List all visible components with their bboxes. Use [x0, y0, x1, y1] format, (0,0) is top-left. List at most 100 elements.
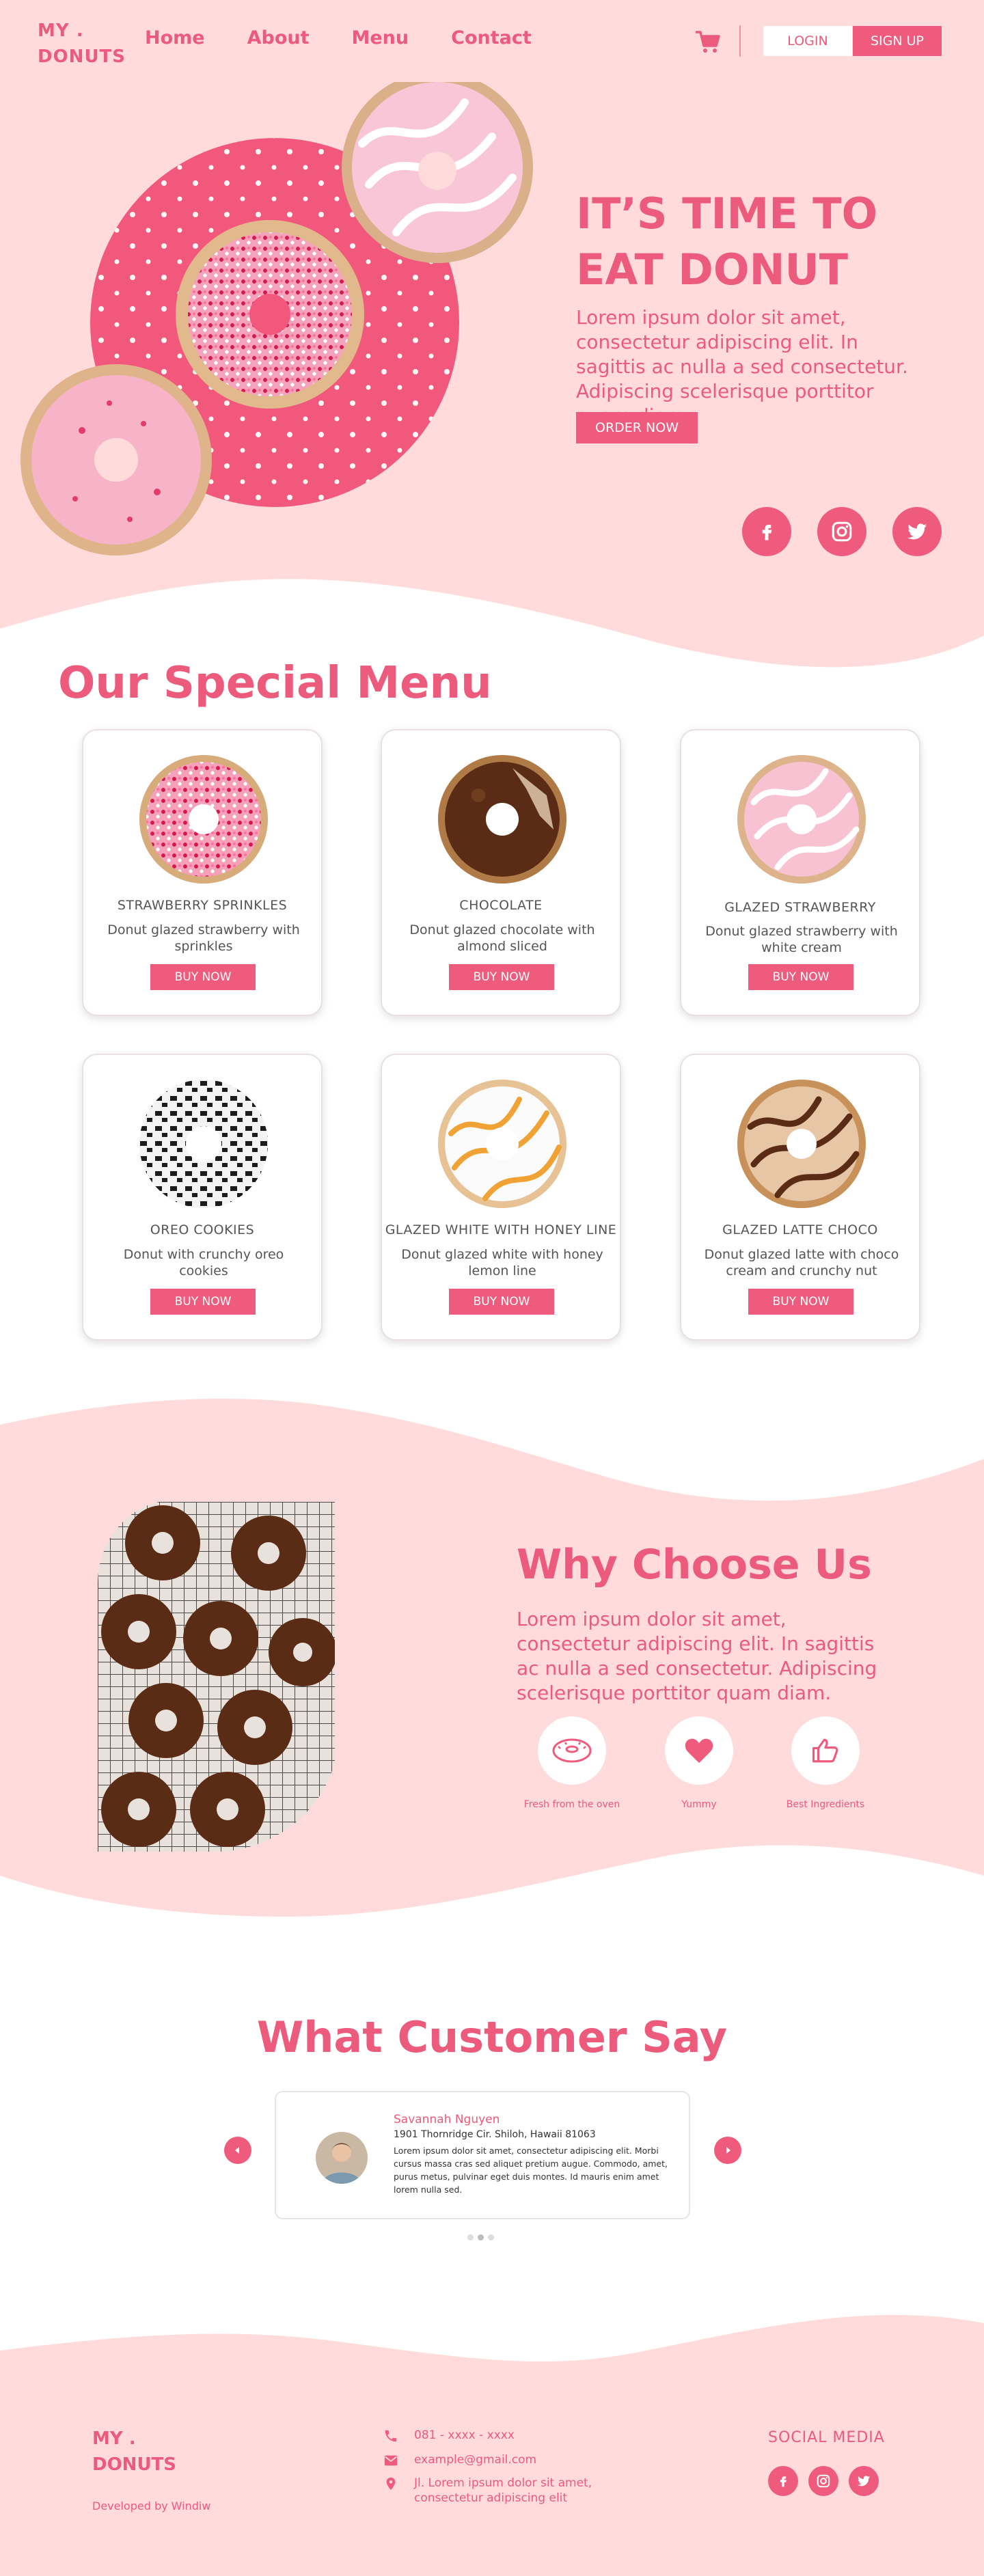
brand-line-2: DONUTS [38, 46, 126, 67]
menu-item-name: GLAZED STRAWBERRY [724, 900, 876, 915]
footer-instagram-button[interactable] [808, 2466, 838, 2496]
nav-home[interactable]: Home [145, 27, 205, 49]
twitter-icon [857, 2476, 871, 2486]
twitter-icon [907, 523, 927, 540]
page: MY . DONUTS Home About Menu Contact LOGI… [0, 0, 984, 2576]
main-nav: Home About Menu Contact [145, 27, 574, 49]
footer-brand-line-1: MY . [92, 2428, 136, 2449]
menu-item-desc: Donut glazed white with honey lemon line [401, 1247, 603, 1278]
chevron-right-icon [726, 2147, 730, 2154]
mail-icon [384, 2455, 398, 2466]
menu-card: GLAZED LATTE CHOCO Donut glazed latte wi… [680, 1054, 920, 1341]
buy-now-button[interactable]: BUY NOW [449, 1289, 554, 1315]
menu-item-desc: Donut glazed chocolate with almond slice… [409, 922, 595, 954]
feature-label: Best Ingredients [786, 1799, 865, 1810]
footer-email: example@gmail.com [383, 2452, 633, 2469]
facebook-icon [780, 2476, 787, 2487]
feature-label: Fresh from the oven [523, 1799, 620, 1810]
nav-divider [739, 25, 741, 57]
avatar [316, 2132, 368, 2184]
footer-logo[interactable]: MY . DONUTS [92, 2426, 176, 2478]
menu-card: CHOCOLATE Donut glazed chocolate with al… [381, 729, 621, 1016]
footer-brand-line-2: DONUTS [92, 2454, 177, 2475]
cart-icon[interactable] [694, 28, 722, 55]
footer-address-text: Jl. Lorem ipsum dolor sit amet, consecte… [414, 2476, 592, 2505]
buy-now-button[interactable]: BUY NOW [150, 1289, 256, 1315]
location-pin-icon [386, 2477, 396, 2491]
chevron-left-icon [235, 2147, 239, 2154]
instagram-icon [817, 2474, 830, 2488]
footer-phone: 081 - xxxx - xxxx [383, 2428, 633, 2444]
menu-item-desc: Donut glazed latte with choco cream and … [704, 1247, 899, 1278]
donut-glazed-strawberry-image [737, 755, 866, 883]
feature-ingredients [791, 1716, 860, 1785]
instagram-icon [832, 521, 852, 542]
menu-item-name: STRAWBERRY SPRINKLES [117, 898, 288, 913]
phone-icon [385, 2430, 397, 2442]
carousel-dot[interactable] [488, 2234, 494, 2241]
signup-button[interactable]: SIGN UP [853, 26, 942, 56]
carousel-dot[interactable] [467, 2234, 474, 2241]
feature-fresh [538, 1716, 606, 1785]
donut-strawberry-sprinkles-image [139, 755, 268, 883]
menu-item-name: GLAZED WHITE WITH HONEY LINE [385, 1222, 617, 1237]
footer-facebook-button[interactable] [768, 2466, 798, 2496]
menu-heading: Our Special Menu [58, 658, 492, 709]
footer-email-text[interactable]: example@gmail.com [414, 2452, 633, 2467]
donut-chocolate-image [438, 755, 566, 883]
donuts-on-rack-image [98, 1502, 335, 1852]
footer-developer-credit: Developed by Windiw [92, 2499, 211, 2512]
hero-instagram-button[interactable] [817, 507, 866, 556]
hero-twitter-button[interactable] [892, 507, 942, 556]
donut-oreo-cookies-image [139, 1080, 268, 1208]
donut-glazed-honey-image [438, 1080, 566, 1208]
nav-about[interactable]: About [247, 27, 310, 49]
carousel-dot-active[interactable] [478, 2234, 484, 2241]
menu-card: OREO COOKIES Donut with crunchy oreo coo… [82, 1054, 323, 1341]
menu-card: GLAZED WHITE WITH HONEY LINE Donut glaze… [381, 1054, 621, 1341]
menu-item-name: OREO COOKIES [150, 1222, 255, 1237]
testimonial-card: Savannah Nguyen 1901 Thornridge Cir. Shi… [275, 2091, 690, 2219]
hero-donut-illustration [20, 82, 533, 556]
brand-logo[interactable]: MY . DONUTS [38, 18, 126, 70]
buy-now-button[interactable]: BUY NOW [150, 964, 256, 990]
hero-facebook-button[interactable] [742, 507, 791, 556]
menu-item-desc: Donut glazed strawberry with sprinkles [107, 922, 300, 954]
feature-yummy [665, 1716, 733, 1785]
buy-now-button[interactable]: BUY NOW [748, 1289, 853, 1315]
heart-icon [685, 1738, 713, 1764]
footer-twitter-button[interactable] [849, 2466, 879, 2496]
testimonial-name: Savannah Nguyen [394, 2113, 500, 2126]
login-button[interactable]: LOGIN [763, 26, 852, 56]
nav-menu[interactable]: Menu [352, 27, 409, 49]
hero-donut-sprinkles [176, 220, 364, 409]
buy-now-button[interactable]: BUY NOW [748, 964, 853, 990]
thumbs-up-icon [812, 1738, 838, 1763]
menu-item-desc: Donut glazed strawberry with white cream [705, 924, 898, 955]
testimonial-next-button[interactable] [714, 2137, 741, 2164]
donut-latte-choco-image [737, 1080, 866, 1208]
nav-contact[interactable]: Contact [451, 27, 532, 49]
testimonial-prev-button[interactable] [224, 2137, 251, 2164]
menu-item-name: CHOCOLATE [459, 898, 543, 913]
brand-line-1: MY . [38, 20, 84, 41]
order-now-button[interactable]: ORDER NOW [576, 412, 698, 443]
menu-item-name: GLAZED LATTE CHOCO [722, 1222, 878, 1237]
hero-title: IT’S TIME TO EAT DONUT [576, 189, 878, 294]
carousel-dots [467, 2234, 494, 2241]
footer-address: Jl. Lorem ipsum dolor sit amet, consecte… [383, 2476, 633, 2506]
facebook-icon [762, 525, 772, 540]
testimonial-body: Lorem ipsum dolor sit amet, consectetur … [394, 2146, 668, 2195]
footer-social-title: SOCIAL MEDIA [768, 2429, 885, 2446]
footer-phone-text[interactable]: 081 - xxxx - xxxx [414, 2428, 633, 2443]
donut-icon [552, 1738, 592, 1763]
testimonial-address: 1901 Thornridge Cir. Shiloh, Hawaii 8106… [394, 2129, 596, 2140]
feature-label: Yummy [681, 1799, 717, 1810]
menu-item-desc: Donut with crunchy oreo cookies [123, 1247, 284, 1278]
testimonial-title: What Customer Say [256, 2012, 728, 2062]
menu-card: STRAWBERRY SPRINKLES Donut glazed strawb… [82, 729, 323, 1016]
why-title: Why Choose Us [517, 1541, 872, 1589]
hero-donut-pink [20, 364, 212, 556]
buy-now-button[interactable]: BUY NOW [449, 964, 554, 990]
hero-text: Lorem ipsum dolor sit amet, consectetur … [576, 306, 908, 427]
